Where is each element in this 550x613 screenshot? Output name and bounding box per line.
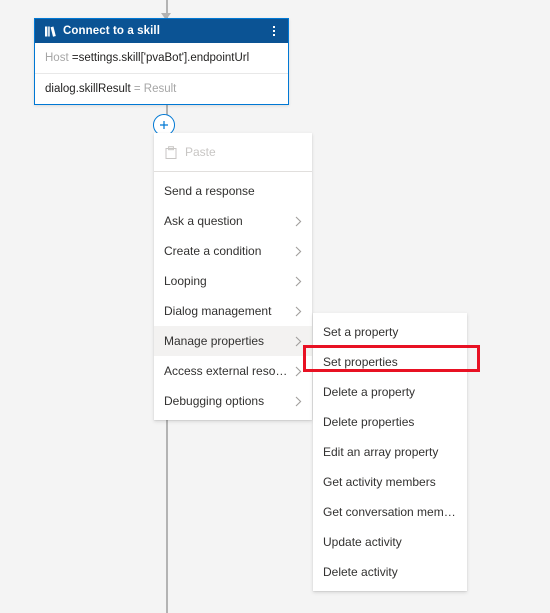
menu-item-label: Update activity <box>323 535 402 549</box>
chevron-right-icon <box>292 396 302 407</box>
menu-item-label: Get conversation members <box>323 505 457 519</box>
menu-item-create-a-condition[interactable]: Create a condition <box>154 236 312 266</box>
menu-item-paste: Paste <box>154 137 312 167</box>
node-title: Connect to a skill <box>63 25 161 37</box>
node-row: Host =settings.skill['pvaBot'].endpointU… <box>35 43 288 73</box>
menu-item-label: Manage properties <box>164 334 265 348</box>
menu-item-label: Paste <box>185 145 216 159</box>
submenu-item-delete-a-property[interactable]: Delete a property <box>313 377 467 407</box>
submenu-item-set-properties[interactable]: Set properties <box>313 347 467 377</box>
menu-item-label: Delete activity <box>323 565 398 579</box>
menu-item-label: Create a condition <box>164 244 262 258</box>
clipboard-paste-icon <box>164 145 178 159</box>
submenu-manage-properties[interactable]: Set a property Set properties Delete a p… <box>313 313 467 591</box>
menu-item-label: Access external resources <box>164 364 288 378</box>
menu-item-label: Edit an array property <box>323 445 439 459</box>
submenu-item-delete-properties[interactable]: Delete properties <box>313 407 467 437</box>
menu-item-label: Get activity members <box>323 475 436 489</box>
chevron-right-icon <box>292 216 302 227</box>
menu-item-label: Debugging options <box>164 394 265 408</box>
menu-item-label: Dialog management <box>164 304 272 318</box>
menu-item-debugging-options[interactable]: Debugging options <box>154 386 312 416</box>
more-vertical-icon[interactable] <box>266 22 282 40</box>
menu-item-label: Delete properties <box>323 415 415 429</box>
menu-item-dialog-management[interactable]: Dialog management <box>154 296 312 326</box>
menu-item-label: Delete a property <box>323 385 416 399</box>
submenu-item-get-conversation-members[interactable]: Get conversation members <box>313 497 467 527</box>
node-row-label: dialog.skillResult <box>45 83 131 95</box>
chevron-right-icon <box>292 306 302 317</box>
plus-icon <box>159 120 169 130</box>
chevron-right-icon <box>292 366 302 377</box>
submenu-item-delete-activity[interactable]: Delete activity <box>313 557 467 587</box>
action-node-card[interactable]: Connect to a skill Host =settings.skill[… <box>34 18 289 105</box>
menu-item-label: Looping <box>164 274 207 288</box>
chevron-right-icon <box>292 246 302 257</box>
context-menu[interactable]: Paste Send a response Ask a question Cre… <box>154 133 312 420</box>
chevron-right-icon <box>292 276 302 287</box>
node-row: dialog.skillResult = Result <box>35 73 288 104</box>
menu-item-send-a-response[interactable]: Send a response <box>154 176 312 206</box>
menu-item-manage-properties[interactable]: Manage properties <box>154 326 312 356</box>
menu-item-looping[interactable]: Looping <box>154 266 312 296</box>
node-row-value: =settings.skill['pvaBot'].endpointUrl <box>71 52 250 64</box>
chevron-right-icon <box>292 336 302 347</box>
menu-item-label: Ask a question <box>164 214 243 228</box>
menu-divider <box>154 171 312 172</box>
menu-item-label: Send a response <box>164 184 255 198</box>
menu-item-label: Set properties <box>323 355 398 369</box>
skill-book-icon <box>43 24 57 38</box>
menu-item-label: Set a property <box>323 325 399 339</box>
submenu-item-update-activity[interactable]: Update activity <box>313 527 467 557</box>
menu-item-access-external-resources[interactable]: Access external resources <box>154 356 312 386</box>
menu-item-ask-a-question[interactable]: Ask a question <box>154 206 312 236</box>
submenu-item-edit-an-array-property[interactable]: Edit an array property <box>313 437 467 467</box>
node-row-value: = Result <box>133 83 177 95</box>
node-header: Connect to a skill <box>35 19 288 43</box>
node-row-label: Host <box>45 52 69 64</box>
submenu-item-set-a-property[interactable]: Set a property <box>313 317 467 347</box>
submenu-item-get-activity-members[interactable]: Get activity members <box>313 467 467 497</box>
